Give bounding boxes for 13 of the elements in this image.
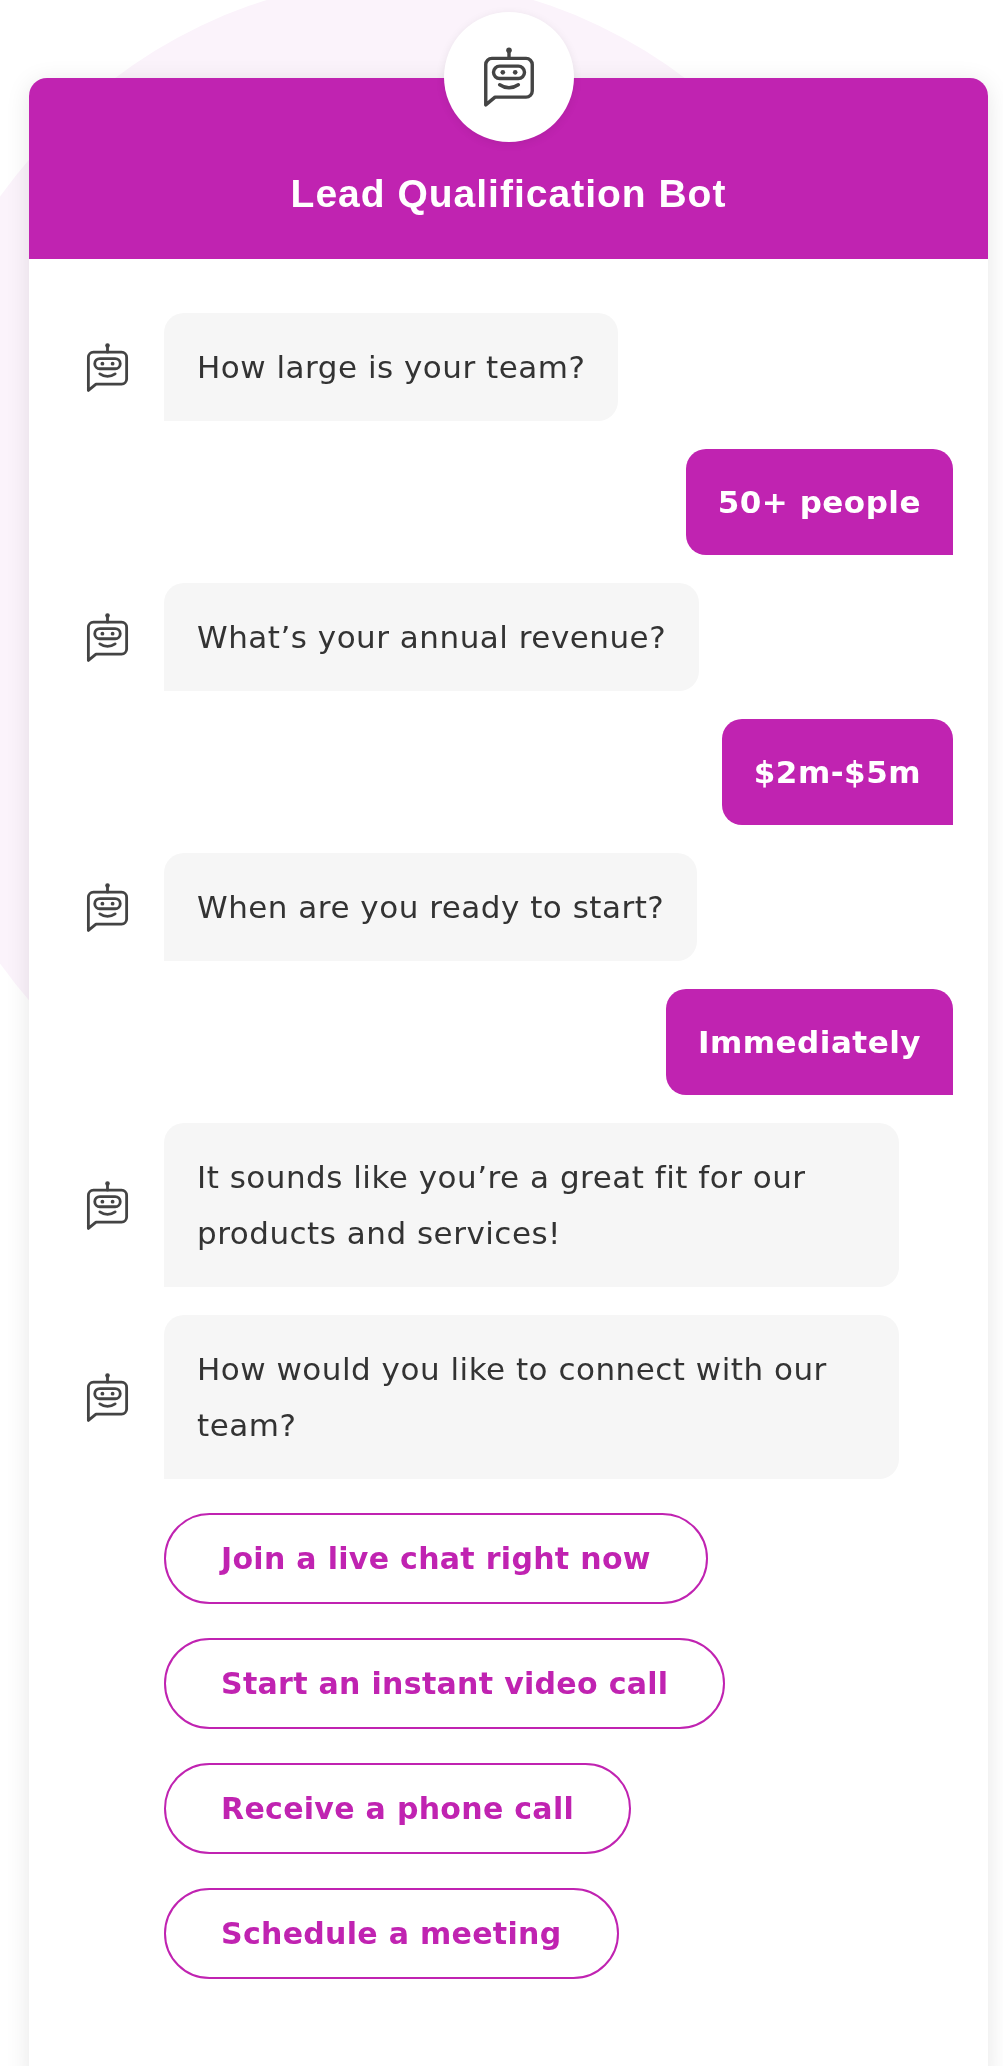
bot-message: When are you ready to start? (164, 853, 698, 961)
bot-message: How large is your team? (164, 313, 619, 421)
option-button[interactable]: Join a live chat right now (164, 1513, 708, 1604)
bot-message: What’s your annual revenue? (164, 583, 700, 691)
option-button[interactable]: Schedule a meeting (164, 1888, 619, 1979)
option-button[interactable]: Receive a phone call (164, 1763, 632, 1854)
option-button[interactable]: Start an instant video call (164, 1638, 726, 1729)
bot-message: It sounds like you’re a great fit for our products and services! (164, 1123, 899, 1287)
chat-title: Lead Qualification Bot (289, 171, 728, 217)
user-message: $2m-$5m (721, 719, 953, 825)
bot-message: How would you like to connect with our team? (164, 1315, 899, 1479)
user-message: 50+ people (685, 449, 953, 555)
user-message: Immediately (665, 989, 953, 1095)
